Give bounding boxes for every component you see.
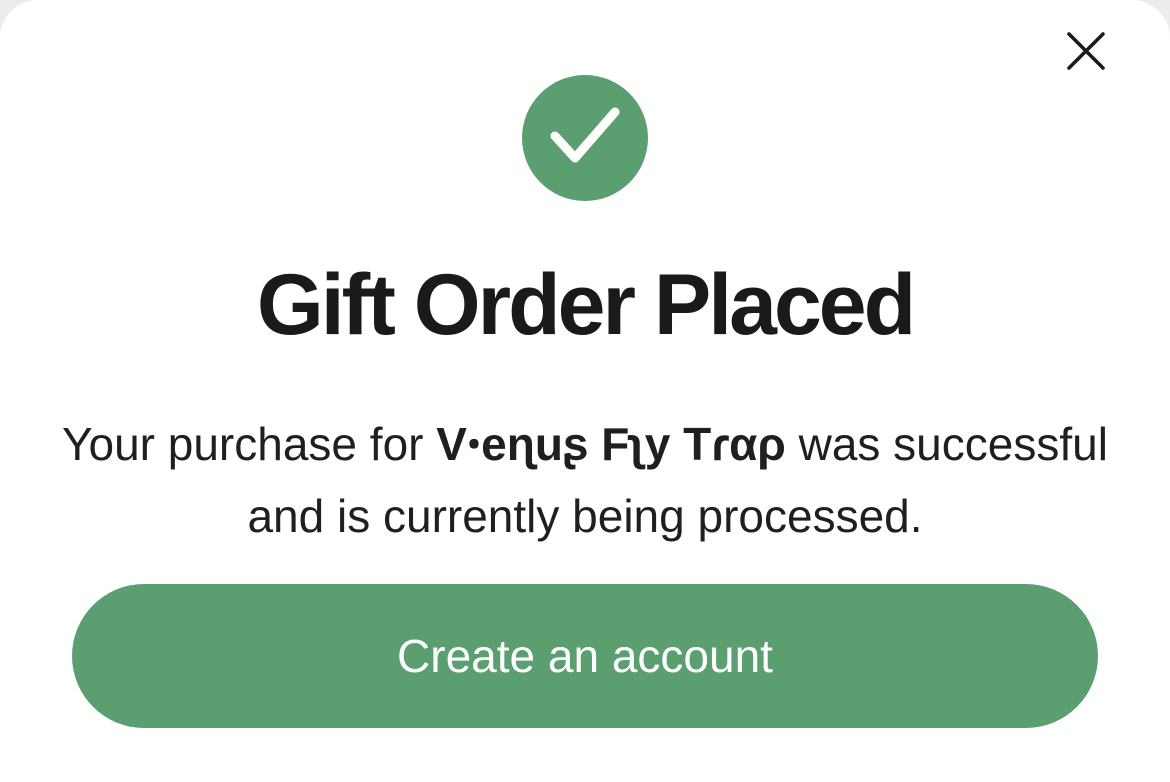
modal-title: Gift Order Placed <box>256 257 916 353</box>
message-prefix: Your purchase for <box>62 418 437 470</box>
success-badge <box>522 75 648 201</box>
confirmation-message: Your purchase for Vꞏeɳuʂ Fʅy Tɾαρ was su… <box>60 408 1110 552</box>
close-icon <box>1067 32 1105 70</box>
create-account-button[interactable]: Create an account <box>72 584 1098 728</box>
close-button[interactable] <box>1060 25 1112 77</box>
checkmark-icon <box>550 107 620 163</box>
product-name: Vꞏeɳuʂ Fʅy Tɾαρ <box>436 418 786 470</box>
gift-order-modal: Gift Order Placed Your purchase for Vꞏeɳ… <box>0 0 1170 782</box>
